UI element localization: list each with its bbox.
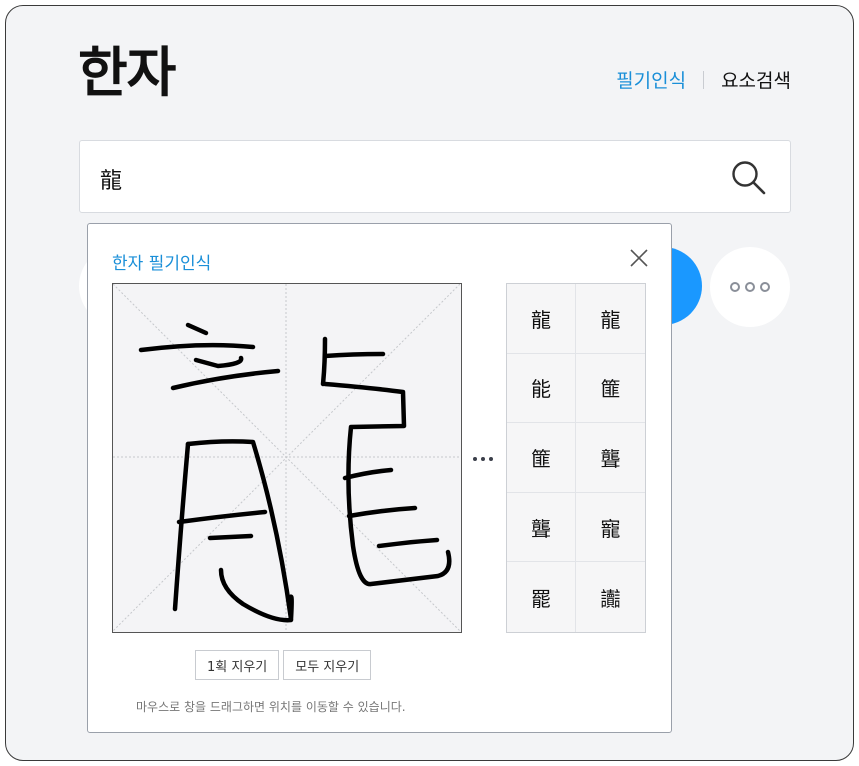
handwriting-link[interactable]: 필기인식: [616, 66, 686, 93]
app-frame: 한자 필기인식 요소검색 龍 한자 필기인식 龍 龍 能 篚 篚 聾 聾 寵 罷…: [5, 5, 854, 761]
erase-stroke-button[interactable]: 1획 지우기: [195, 650, 280, 680]
erase-all-button[interactable]: 모두 지우기: [283, 650, 372, 680]
candidate-grid: 龍 龍 能 篚 篚 聾 聾 寵 罷 讟: [506, 283, 646, 633]
search-icon[interactable]: [730, 159, 768, 197]
handwriting-canvas[interactable]: [112, 283, 462, 633]
dot-icon: [489, 457, 493, 461]
close-icon[interactable]: [629, 248, 649, 268]
help-text: 마우스로 창을 드래그하면 위치를 이동할 수 있습니다.: [136, 700, 406, 714]
handwriting-popup[interactable]: 한자 필기인식 龍 龍 能 篚 篚 聾 聾 寵 罷 讟 1획 지우기 모두 지우…: [87, 223, 672, 733]
more-dot-icon: [745, 282, 755, 292]
candidate-item[interactable]: 罷: [507, 562, 576, 632]
dot-icon: [481, 457, 485, 461]
candidate-item[interactable]: 龍: [576, 284, 645, 354]
more-dot-icon: [760, 282, 770, 292]
more-candidates-button[interactable]: [469, 449, 497, 469]
erase-buttons: 1획 지우기 모두 지우기: [195, 650, 372, 680]
candidate-item[interactable]: 聾: [576, 423, 645, 493]
more-button[interactable]: [710, 247, 790, 327]
candidate-item[interactable]: 篚: [576, 354, 645, 424]
radical-search-link[interactable]: 요소검색: [721, 66, 791, 93]
search-mode-links: 필기인식 요소검색: [616, 66, 791, 93]
candidate-item[interactable]: 寵: [576, 493, 645, 563]
candidate-item[interactable]: 讟: [576, 562, 645, 632]
search-input-value[interactable]: 龍: [100, 163, 122, 195]
dot-icon: [473, 457, 477, 461]
search-input[interactable]: 龍: [79, 140, 791, 213]
handwriting-strokes: [113, 284, 460, 631]
candidate-item[interactable]: 篚: [507, 423, 576, 493]
link-divider: [703, 70, 705, 89]
page-title: 한자: [78, 41, 176, 104]
popup-title: 한자 필기인식: [112, 254, 212, 274]
candidate-item[interactable]: 龍: [507, 284, 576, 354]
candidate-item[interactable]: 聾: [507, 492, 576, 563]
more-dot-icon: [730, 282, 740, 292]
candidate-item[interactable]: 能: [507, 353, 576, 424]
